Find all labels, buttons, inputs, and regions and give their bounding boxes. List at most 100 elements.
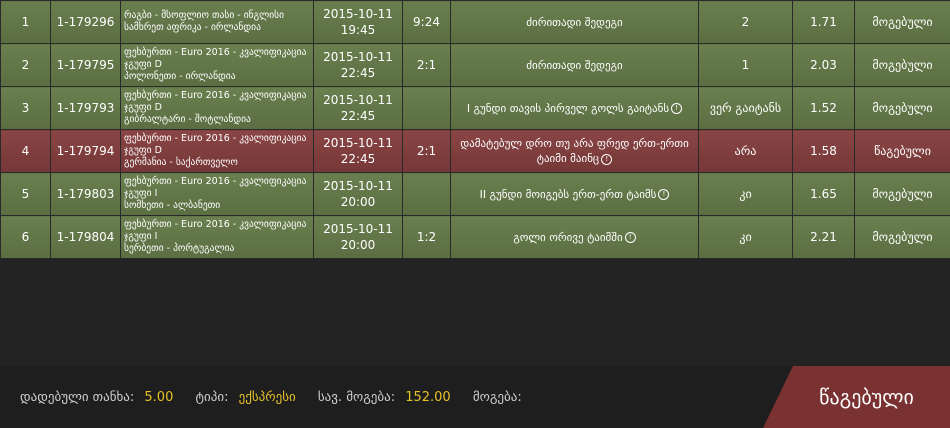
row-number: 3 xyxy=(0,86,51,130)
event-line: ფეხბურთი - Euro 2016 - კვალიფიკაცია xyxy=(124,133,307,144)
event-line: ფეხბურთი - Euro 2016 - კვალიფიკაცია xyxy=(124,47,307,58)
event-datetime: 2015-10-11 22:45 xyxy=(313,129,403,173)
event-line: რაგბი - მსოფლიო თასი - ინგლისი xyxy=(124,10,285,21)
selection: 1 xyxy=(698,43,793,87)
event-line: პოლონეთი - ირლანდია xyxy=(124,71,236,82)
bet-footer: დადებული თანხა: 5.00 ტიპი: ექსპრესი სავ.… xyxy=(0,366,950,428)
info-icon[interactable]: ! xyxy=(658,189,670,200)
type-label: ტიპი: xyxy=(195,390,229,405)
row-number: 4 xyxy=(0,129,51,173)
event-date: 2015-10-11 xyxy=(323,222,393,236)
score: 1:2 xyxy=(402,215,451,259)
bet-row: 2 1-179795 ფეხბურთი - Euro 2016 - კვალიფიკ… xyxy=(0,43,950,87)
row-number: 6 xyxy=(0,215,51,259)
event-time: 22:45 xyxy=(340,152,376,166)
event-time: 20:00 xyxy=(340,195,376,209)
bet-summary: დადებული თანხა: 5.00 ტიპი: ექსპრესი სავ.… xyxy=(20,390,546,405)
result: მოგებული xyxy=(854,172,950,216)
type-value: ექსპრესი xyxy=(238,390,296,405)
event-id: 1-179296 xyxy=(50,0,121,44)
stake-value: 5.00 xyxy=(144,390,174,405)
event-datetime: 2015-10-11 20:00 xyxy=(313,172,403,216)
event-datetime: 2015-10-11 19:45 xyxy=(313,0,403,44)
bet-row: 3 1-179793 ფეხბურთი - Euro 2016 - კვალიფიკ… xyxy=(0,86,950,130)
score: 2:1 xyxy=(402,129,451,173)
odds: 1.58 xyxy=(792,129,855,173)
event-line: სომხეთი - ალბანეთი xyxy=(124,200,221,211)
market-label: გოლი ორივე ტაიმში xyxy=(513,230,623,244)
event-time: 19:45 xyxy=(340,23,376,37)
odds: 1.65 xyxy=(792,172,855,216)
event-id: 1-179794 xyxy=(50,129,121,173)
event-name: ფეხბურთი - Euro 2016 - კვალიფიკაცია ჯგუფი… xyxy=(120,86,314,130)
info-icon[interactable]: ! xyxy=(624,232,636,243)
odds: 2.03 xyxy=(792,43,855,87)
event-datetime: 2015-10-11 22:45 xyxy=(313,43,403,87)
market-name: ძირითადი შედეგი xyxy=(450,0,699,44)
market-label: ძირითადი შედეგი xyxy=(526,58,623,72)
event-line: ჯგუფი I xyxy=(124,231,158,242)
row-number: 1 xyxy=(0,0,51,44)
event-line: ფეხბურთი - Euro 2016 - კვალიფიკაცია xyxy=(124,176,307,187)
selection: კი xyxy=(698,172,793,216)
market-label: ძირითადი შედეგი xyxy=(526,15,623,29)
score: 9:24 xyxy=(402,0,451,44)
result: მოგებული xyxy=(854,0,950,44)
event-time: 22:45 xyxy=(340,66,376,80)
bets-table-body: 1 1-179296 რაგბი - მსოფლიო თასი - ინგლისი ს… xyxy=(0,0,950,259)
market-name: დამატებულ დრო თუ არა ფრედ ერთ-ერთი ტაიმი… xyxy=(450,129,699,173)
event-date: 2015-10-11 xyxy=(323,179,393,193)
bet-row: 4 1-179794 ფეხბურთი - Euro 2016 - კვალიფიკ… xyxy=(0,129,950,173)
stake-label: დადებული თანხა: xyxy=(20,390,135,405)
result: მოგებული xyxy=(854,215,950,259)
event-name: ფეხბურთი - Euro 2016 - კვალიფიკაცია ჯგუფი… xyxy=(120,215,314,259)
result: მოგებული xyxy=(854,86,950,130)
bet-status-badge: წაგებული xyxy=(763,366,950,428)
potential-win-label: სავ. მოგება: xyxy=(317,390,396,405)
result: წაგებული xyxy=(854,129,950,173)
bet-row: 6 1-179804 ფეხბურთი - Euro 2016 - კვალიფიკ… xyxy=(0,215,950,259)
win-label: მოგება: xyxy=(472,390,522,405)
info-icon[interactable]: ! xyxy=(671,103,683,114)
event-name: ფეხბურთი - Euro 2016 - კვალიფიკაცია ჯგუფი… xyxy=(120,43,314,87)
bets-table: 1 1-179296 რაგბი - მსოფლიო თასი - ინგლისი ს… xyxy=(0,0,950,259)
event-line: სერბეთი - პორტუგალია xyxy=(124,243,235,254)
info-icon[interactable]: ! xyxy=(601,153,613,165)
bet-row: 5 1-179803 ფეხბურთი - Euro 2016 - კვალიფიკ… xyxy=(0,172,950,216)
event-line: ჯგუფი D xyxy=(124,59,162,70)
selection: ვერ გაიტანს xyxy=(698,86,793,130)
market-label: II გუნდი მოიგებს ერთ-ერთ ტაიმს xyxy=(479,187,657,201)
selection: კი xyxy=(698,215,793,259)
odds: 2.21 xyxy=(792,215,855,259)
event-id: 1-179803 xyxy=(50,172,121,216)
event-date: 2015-10-11 xyxy=(323,50,393,64)
event-name: რაგბი - მსოფლიო თასი - ინგლისი სამხრეთ აფ… xyxy=(120,0,314,44)
event-name: ფეხბურთი - Euro 2016 - კვალიფიკაცია ჯგუფი… xyxy=(120,129,314,173)
event-line: გერმანია - საქართველო xyxy=(124,157,238,168)
result: მოგებული xyxy=(854,43,950,87)
event-time: 20:00 xyxy=(340,238,376,252)
market-label: I გუნდი თავის პირველ გოლს გაიტანს xyxy=(466,101,670,115)
bet-row: 1 1-179296 რაგბი - მსოფლიო თასი - ინგლისი ს… xyxy=(0,0,950,44)
event-line: ჯგუფი D xyxy=(124,102,162,113)
odds: 1.71 xyxy=(792,0,855,44)
score xyxy=(402,172,451,216)
event-datetime: 2015-10-11 22:45 xyxy=(313,86,403,130)
odds: 1.52 xyxy=(792,86,855,130)
row-number: 5 xyxy=(0,172,51,216)
event-id: 1-179804 xyxy=(50,215,121,259)
market-name: გოლი ორივე ტაიმში! xyxy=(450,215,699,259)
event-line: ფეხბურთი - Euro 2016 - კვალიფიკაცია xyxy=(124,90,307,101)
event-line: ფეხბურთი - Euro 2016 - კვალიფიკაცია xyxy=(124,219,307,230)
market-name: II გუნდი მოიგებს ერთ-ერთ ტაიმს! xyxy=(450,172,699,216)
market-label: დამატებულ დრო თუ არა ფრედ ერთ-ერთი ტაიმი… xyxy=(460,137,689,165)
event-line: სამხრეთ აფრიკა - ირლანდია xyxy=(124,22,261,33)
selection: არა xyxy=(698,129,793,173)
event-line: ჯგუფი D xyxy=(124,145,162,156)
event-date: 2015-10-11 xyxy=(323,7,393,21)
market-name: I გუნდი თავის პირველ გოლს გაიტანს! xyxy=(450,86,699,130)
event-id: 1-179795 xyxy=(50,43,121,87)
row-number: 2 xyxy=(0,43,51,87)
event-name: ფეხბურთი - Euro 2016 - კვალიფიკაცია ჯგუფი… xyxy=(120,172,314,216)
event-date: 2015-10-11 xyxy=(323,136,393,150)
